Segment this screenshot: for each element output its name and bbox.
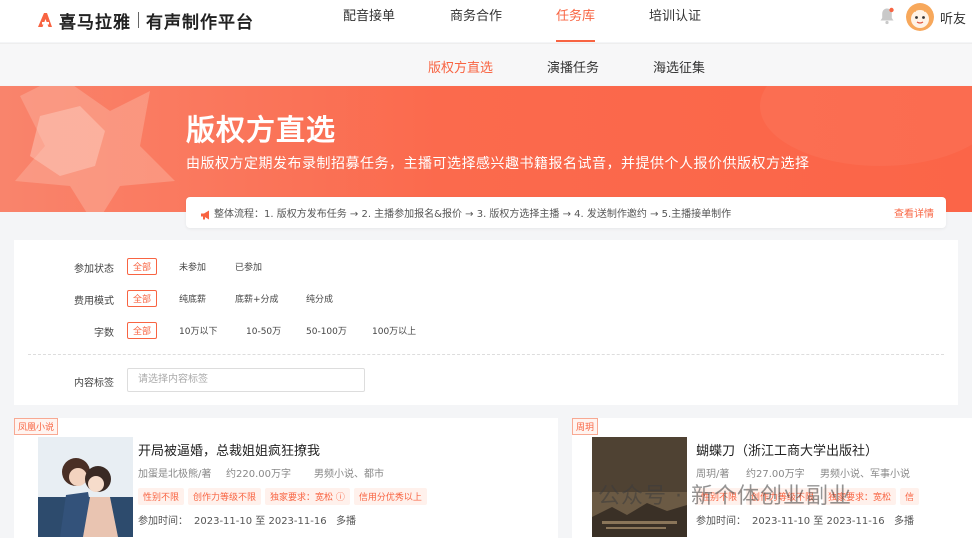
fee-option-base-plus-share[interactable]: 底薪+分成	[235, 292, 279, 305]
card-time-range: 2023-11-10 至 2023-11-16	[752, 516, 885, 527]
hero-banner: 版权方直选 由版权方定期发布录制招募任务，主播可选择感兴趣书籍报名试音，并提供个…	[0, 86, 972, 212]
status-option-joined[interactable]: 已参加	[235, 260, 262, 273]
words-option-over-1m[interactable]: 100万以上	[372, 324, 416, 337]
requirement-tag: 独家要求：宽松 ⓘ	[265, 488, 350, 505]
card-title[interactable]: 开局被逼婚，总裁姐姐疯狂撩我	[138, 440, 320, 459]
content-tag-select[interactable]: 请选择内容标签	[127, 368, 365, 392]
view-details-link[interactable]: 查看详情	[894, 205, 934, 220]
status-filter-label: 参加状态	[74, 264, 114, 275]
username[interactable]: 听友	[940, 8, 966, 27]
card-author: 加蛋是北极熊/著	[138, 469, 212, 480]
requirement-tag: 性别不限	[138, 488, 185, 505]
fee-option-base-salary[interactable]: 纯底薪	[179, 292, 206, 305]
nav-training[interactable]: 培训认证	[649, 0, 701, 42]
logo[interactable]: 喜马拉雅 有声制作平台	[36, 6, 254, 34]
banner-star-decoration	[15, 86, 972, 212]
requirement-tag: 信	[900, 488, 920, 505]
nav-business[interactable]: 商务合作	[450, 0, 502, 42]
top-bar: 喜马拉雅 有声制作平台 配音接单 商务合作 任务库 培训认证 听友	[0, 0, 972, 42]
banner-title: 版权方直选	[186, 113, 337, 147]
requirement-tag: 创作力等级不限	[188, 488, 262, 505]
card-category: 男频小说、都市	[314, 469, 384, 480]
task-card[interactable]: 凤凰小说 开局被逼婚，总裁姐姐疯狂撩我 加蛋是北极熊/著 约220.00万字 男…	[14, 418, 558, 538]
card-source-tag: 凤凰小说	[14, 418, 59, 435]
platform-name: 有声制作平台	[146, 12, 254, 33]
subnav-performance-tasks[interactable]: 演播任务	[547, 57, 599, 76]
card-title[interactable]: 蝴蝶刀（浙江工商大学出版社）	[696, 440, 878, 459]
subnav-casting-calls[interactable]: 海选征集	[653, 57, 705, 76]
card-word-count: 约220.00万字	[226, 469, 291, 480]
ximalaya-logo-icon	[36, 11, 54, 29]
status-option-not-joined[interactable]: 未参加	[179, 260, 206, 273]
book-cover-image[interactable]	[38, 437, 133, 537]
notification-bell-icon[interactable]	[879, 7, 895, 25]
fee-option-share-only[interactable]: 纯分成	[306, 292, 333, 305]
card-time-label: 参加时间：	[696, 516, 746, 527]
words-filter-label: 字数	[94, 328, 114, 339]
words-option-under-100k[interactable]: 10万以下	[179, 324, 217, 337]
card-requirement-tags: 性别不限 创作力等级不限 独家要求：宽松 ⓘ 信用分优秀以上	[138, 488, 427, 505]
sub-nav: 版权方直选 演播任务 海选征集	[0, 43, 972, 85]
fee-option-all[interactable]: 全部	[127, 290, 158, 307]
megaphone-icon	[200, 206, 212, 220]
watermark-text: 公众号 · 新个体创业副业	[598, 484, 852, 509]
filter-panel: 参加状态 全部 未参加 已参加 费用模式 全部 纯底薪 底薪+分成 纯分成 字数…	[14, 240, 958, 405]
user-avatar[interactable]	[906, 3, 934, 31]
words-option-100k-500k[interactable]: 10-50万	[246, 324, 281, 337]
content-tag-label: 内容标签	[74, 378, 114, 389]
card-source-tag: 周玥	[572, 418, 599, 435]
subnav-copyright-direct[interactable]: 版权方直选	[428, 57, 493, 76]
process-flow-text: 整体流程：1. 版权方发布任务 → 2. 主播参加报名&报价 → 3. 版权方选…	[214, 209, 732, 220]
nav-dubbing-orders[interactable]: 配音接单	[343, 0, 395, 42]
card-mode: 多播	[894, 516, 914, 527]
filter-divider	[28, 354, 944, 355]
nav-task-library[interactable]: 任务库	[556, 0, 596, 42]
card-time-label: 参加时间：	[138, 516, 188, 527]
fee-filter-label: 费用模式	[74, 296, 114, 307]
requirement-tag: 信用分优秀以上	[353, 488, 427, 505]
status-option-all[interactable]: 全部	[127, 258, 158, 275]
logo-divider	[138, 12, 139, 28]
banner-description: 由版权方定期发布录制招募任务，主播可选择感兴趣书籍报名试音，并提供个人报价供版权…	[186, 156, 810, 172]
card-time-range: 2023-11-10 至 2023-11-16	[194, 516, 327, 527]
words-option-all[interactable]: 全部	[127, 322, 158, 339]
process-flow-bar: 整体流程：1. 版权方发布任务 → 2. 主播参加报名&报价 → 3. 版权方选…	[186, 197, 946, 228]
words-option-500k-1m[interactable]: 50-100万	[306, 324, 347, 337]
brand-name: 喜马拉雅	[59, 12, 131, 33]
card-mode: 多播	[336, 516, 356, 527]
